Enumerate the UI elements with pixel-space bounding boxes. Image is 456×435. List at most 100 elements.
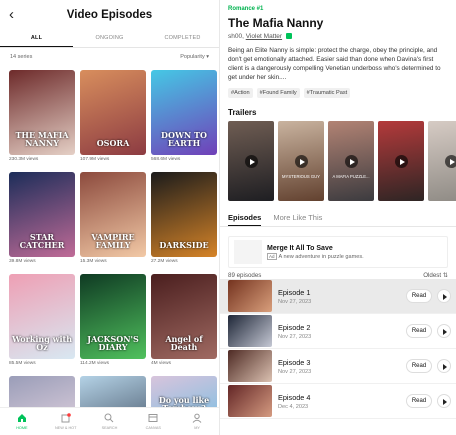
- series-cover[interactable]: THE MAFIA NANNY: [9, 70, 75, 155]
- episode-row[interactable]: Episode 1 Nov 27, 2023 Read: [220, 279, 456, 314]
- filter-bar: 14 series Popularity ▾: [0, 48, 219, 66]
- read-button[interactable]: Read: [406, 359, 432, 373]
- episodes-count: 89 episodes: [228, 272, 262, 279]
- nav-label: CANVAS: [145, 426, 161, 430]
- ad-banner[interactable]: Merge It All To Save Ad A new adventure i…: [228, 236, 448, 268]
- view-count: 15.3M views: [80, 259, 107, 264]
- play-button[interactable]: [437, 324, 451, 338]
- episode-row[interactable]: Episode 2 Nov 27, 2023 Read: [220, 314, 456, 349]
- read-button[interactable]: Read: [406, 394, 432, 408]
- series-card[interactable]: Angel of Death 4M views: [151, 274, 217, 368]
- series-cover[interactable]: DOWN TO EARTH: [151, 70, 217, 155]
- episode-thumbnail[interactable]: [228, 315, 272, 347]
- cover-title: DARKSIDE: [159, 240, 209, 250]
- canvas-icon: [148, 414, 158, 422]
- tab-more-like-this[interactable]: More Like This: [273, 213, 322, 226]
- bottom-nav: HOME NEW & HOT SEARCH CANVAS MY: [0, 407, 219, 435]
- view-count: 230.3M views: [9, 157, 39, 162]
- series-card[interactable]: JACKSON'S DIARY 114.2M views: [80, 274, 146, 368]
- ad-badge: Ad: [267, 252, 277, 260]
- series-card[interactable]: OSORA 107.9M views: [80, 70, 146, 164]
- play-button[interactable]: [437, 289, 451, 303]
- search-icon: [104, 413, 114, 423]
- genre-rank[interactable]: Romance #1: [228, 6, 448, 12]
- author-link[interactable]: sh00,: [228, 33, 244, 40]
- new-hot-icon: [61, 413, 71, 423]
- series-cover[interactable]: DARKSIDE: [151, 172, 217, 257]
- sort-select[interactable]: Popularity ▾: [180, 54, 209, 66]
- nav-my[interactable]: MY: [175, 408, 219, 435]
- episode-row[interactable]: Episode 3 Nov 27, 2023 Read: [220, 349, 456, 384]
- series-description: Being an Elite Nanny is simple: protect …: [228, 47, 441, 81]
- nav-home[interactable]: HOME: [0, 408, 44, 435]
- episode-date: Nov 27, 2023: [278, 298, 312, 305]
- play-icon: [345, 155, 358, 168]
- series-card[interactable]: DOWN TO EARTH 568.6M views: [151, 70, 217, 164]
- cover-title: VAMPIRE FAMILY: [91, 232, 135, 250]
- episode-thumbnail[interactable]: [228, 280, 272, 312]
- sort-order[interactable]: Oldest ⇅: [423, 272, 448, 279]
- cover-title: OSORA: [96, 138, 130, 148]
- series-cover[interactable]: Working with Oz: [9, 274, 75, 359]
- header: ‹ Video Episodes: [0, 0, 219, 30]
- tab-episodes[interactable]: Episodes: [228, 213, 262, 226]
- nav-new-hot[interactable]: NEW & HOT: [44, 408, 88, 435]
- nav-label: HOME: [16, 426, 28, 430]
- trailer-thumbnail[interactable]: [378, 121, 424, 201]
- tab-completed[interactable]: COMPLETED: [146, 30, 219, 47]
- nav-search[interactable]: SEARCH: [88, 408, 132, 435]
- view-count: 4M views: [151, 361, 171, 366]
- play-icon: [295, 155, 308, 168]
- view-count: 85.5M views: [9, 361, 36, 366]
- tab-all[interactable]: ALL: [0, 30, 73, 47]
- view-count: 27.2M views: [151, 259, 178, 264]
- series-card[interactable]: VAMPIRE FAMILY 15.3M views: [80, 172, 146, 266]
- episode-thumbnail[interactable]: [228, 385, 272, 417]
- episodes-header: 89 episodes Oldest ⇅: [220, 268, 456, 279]
- trailer-caption: A MAFIA PUZZLE...: [332, 174, 370, 179]
- series-cover[interactable]: STAR CATCHER: [9, 172, 75, 257]
- episode-thumbnail[interactable]: [228, 350, 272, 382]
- series-cover[interactable]: JACKSON'S DIARY: [80, 274, 146, 359]
- tag[interactable]: #Traumatic Past: [303, 88, 351, 98]
- ad-subtitle: A new adventure in puzzle games.: [278, 253, 364, 260]
- view-count: 107.9M views: [80, 157, 110, 162]
- detail-tabs: Episodes More Like This: [220, 213, 456, 227]
- series-cover[interactable]: OSORA: [80, 70, 146, 155]
- play-button[interactable]: [437, 394, 451, 408]
- series-card[interactable]: Working with Oz 85.5M views: [9, 274, 75, 368]
- verified-icon: [285, 33, 292, 40]
- series-card[interactable]: DARKSIDE 27.2M views: [151, 172, 217, 266]
- ad-title: Merge It All To Save: [267, 244, 333, 252]
- episode-date: Nov 27, 2023: [278, 368, 312, 375]
- home-icon: [17, 414, 26, 422]
- trailer-thumbnail[interactable]: A MAFIA PUZZLE...: [328, 121, 374, 201]
- nav-canvas[interactable]: CANVAS: [131, 408, 175, 435]
- trailer-thumbnail[interactable]: [228, 121, 274, 201]
- page-title: Video Episodes: [66, 9, 153, 21]
- tab-ongoing[interactable]: ONGOING: [73, 30, 146, 47]
- video-episodes-screen: ‹ Video Episodes ALL ONGOING COMPLETED 1…: [0, 0, 220, 435]
- trailer-thumbnail[interactable]: [428, 121, 456, 201]
- back-icon[interactable]: ‹: [9, 6, 14, 23]
- trailer-thumbnail[interactable]: MYSTERIOUS GUY: [278, 121, 324, 201]
- series-cover[interactable]: VAMPIRE FAMILY: [80, 172, 146, 257]
- series-card[interactable]: STAR CATCHER 39.8M views: [9, 172, 75, 266]
- series-card[interactable]: THE MAFIA NANNY 230.3M views: [9, 70, 75, 164]
- author-link[interactable]: Violet Matter: [246, 33, 282, 40]
- view-count: 114.2M views: [80, 361, 109, 366]
- tag[interactable]: #Action: [228, 88, 253, 98]
- series-cover[interactable]: Angel of Death: [151, 274, 217, 359]
- trailers-row: MYSTERIOUS GUY A MAFIA PUZZLE...: [228, 121, 456, 201]
- cover-title: STAR CATCHER: [19, 232, 65, 250]
- cover-title: Angel of Death: [165, 334, 203, 352]
- view-count: 39.8M views: [9, 259, 36, 264]
- read-button[interactable]: Read: [406, 289, 432, 303]
- read-button[interactable]: Read: [406, 324, 432, 338]
- play-icon: [395, 155, 408, 168]
- series-detail-screen: Romance #1 The Mafia Nanny sh00, Violet …: [220, 0, 456, 435]
- user-icon: [192, 413, 202, 423]
- episode-row[interactable]: Episode 4 Dec 4, 2023 Read: [220, 384, 456, 419]
- tag[interactable]: #Found Family: [256, 88, 300, 98]
- play-button[interactable]: [437, 359, 451, 373]
